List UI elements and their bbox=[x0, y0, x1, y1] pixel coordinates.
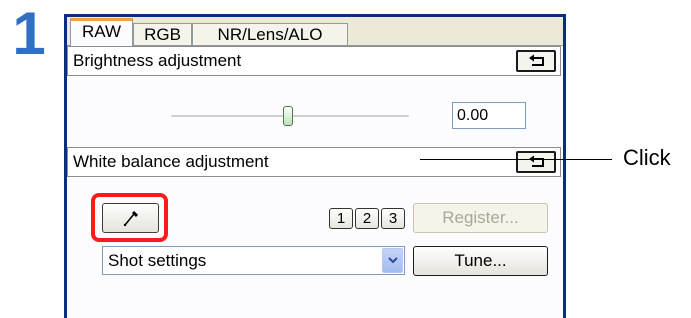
register-button[interactable]: Register... bbox=[413, 203, 548, 233]
brightness-reset-button[interactable] bbox=[516, 50, 556, 72]
white-balance-section-header: White balance adjustment bbox=[67, 147, 561, 177]
highlight-circle bbox=[91, 193, 168, 242]
brightness-label: Brightness adjustment bbox=[73, 51, 242, 70]
tab-nr-lens-alo[interactable]: NR/Lens/ALO bbox=[192, 23, 348, 45]
brightness-value-field[interactable]: 0.00 bbox=[452, 102, 526, 129]
dropdown-arrow-button[interactable] bbox=[382, 248, 403, 273]
chevron-down-icon bbox=[388, 257, 398, 264]
dropdown-selected-value: Shot settings bbox=[108, 251, 207, 270]
callout-label: Click bbox=[623, 145, 671, 170]
preset-1-button[interactable]: 1 bbox=[329, 208, 353, 229]
tab-bar: RAW RGB NR/Lens/ALO bbox=[67, 17, 563, 46]
tab-rgb[interactable]: RGB bbox=[133, 23, 192, 45]
tune-button[interactable]: Tune... bbox=[413, 246, 548, 276]
panel-body: RAW RGB NR/Lens/ALO Brightness adjustmen… bbox=[67, 17, 563, 318]
raw-adjustment-panel: RAW RGB NR/Lens/ALO Brightness adjustmen… bbox=[64, 14, 566, 318]
preset-2-button[interactable]: 2 bbox=[355, 208, 379, 229]
white-balance-label: White balance adjustment bbox=[73, 152, 269, 171]
raw-tab-content: Brightness adjustment 0.00 White balance… bbox=[67, 45, 563, 318]
tab-raw[interactable]: RAW bbox=[70, 18, 133, 46]
step-number: 1 bbox=[12, 0, 46, 67]
brightness-section-header: Brightness adjustment bbox=[67, 46, 561, 76]
white-balance-reset-button[interactable] bbox=[516, 151, 556, 173]
reset-arrow-icon bbox=[529, 155, 544, 167]
brightness-slider-thumb[interactable] bbox=[283, 106, 293, 126]
preset-3-button[interactable]: 3 bbox=[381, 208, 405, 229]
reset-arrow-icon bbox=[529, 54, 544, 66]
callout-line bbox=[420, 159, 612, 160]
white-balance-dropdown[interactable]: Shot settings bbox=[102, 246, 405, 275]
